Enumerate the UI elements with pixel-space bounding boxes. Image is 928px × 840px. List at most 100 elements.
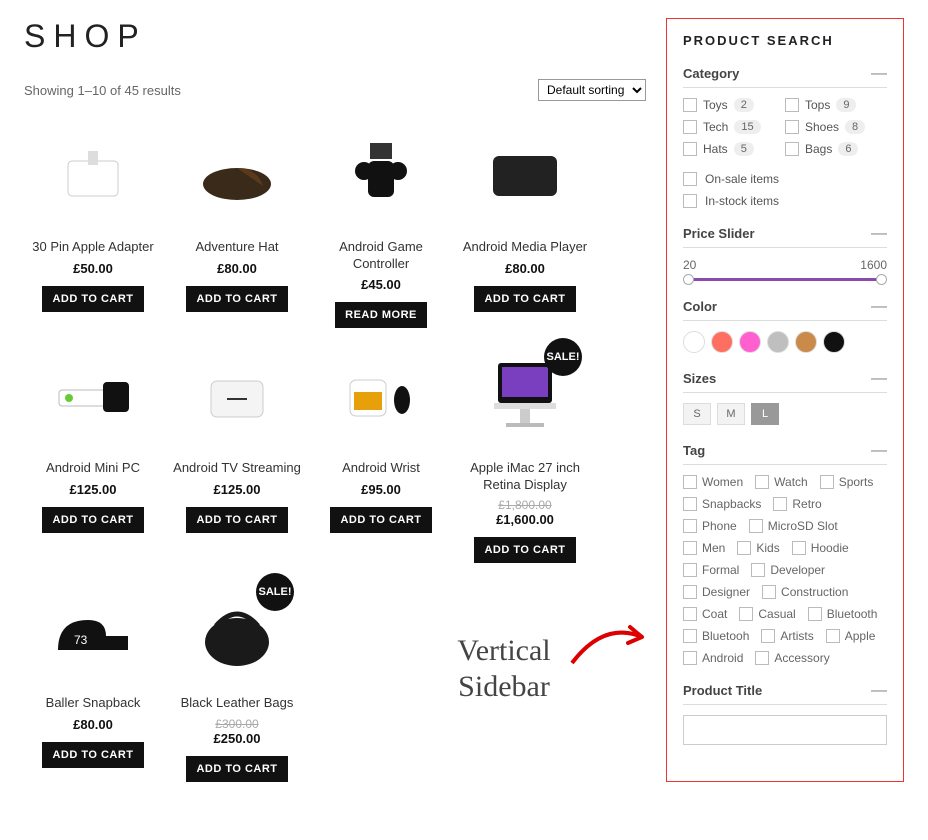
color-swatch[interactable]	[683, 331, 705, 353]
count-badge: 6	[838, 142, 858, 156]
category-toggle[interactable]: Category —	[683, 66, 887, 88]
collapse-icon: —	[871, 686, 887, 696]
tag-filter[interactable]: Artists	[761, 629, 813, 643]
tag-filter[interactable]: Women	[683, 475, 743, 489]
onsale-filter[interactable]: On-sale items	[683, 172, 887, 186]
tag-filter[interactable]: Retro	[773, 497, 821, 511]
tag-filter[interactable]: Sports	[820, 475, 874, 489]
tag-filter[interactable]: MicroSD Slot	[749, 519, 838, 533]
checkbox-icon	[683, 563, 697, 577]
product-card[interactable]: Android TV Streaming £125.00 ADD TO CART	[168, 338, 306, 563]
add-to-cart-button[interactable]: ADD TO CART	[42, 742, 143, 768]
product-card[interactable]: SALE! Black Leather Bags £300.00£250.00 …	[168, 573, 306, 782]
product-title-input[interactable]	[683, 715, 887, 745]
price-toggle[interactable]: Price Slider —	[683, 226, 887, 248]
tag-filter[interactable]: Construction	[762, 585, 848, 599]
product-title: Android Wrist	[312, 460, 450, 478]
product-price: £45.00	[312, 277, 450, 292]
sale-badge: SALE!	[544, 338, 582, 376]
tag-section: Tag — Women Watch Sports Snapbacks Retro Phon…	[683, 443, 887, 665]
product-title: Baller Snapback	[24, 695, 162, 713]
add-to-cart-button[interactable]: ADD TO CART	[474, 286, 575, 312]
checkbox-icon	[683, 541, 697, 555]
product-title-section: Product Title —	[683, 683, 887, 745]
category-filter[interactable]: Bags6	[785, 142, 887, 156]
ptitle-toggle[interactable]: Product Title —	[683, 683, 887, 705]
size-option[interactable]: L	[751, 403, 779, 425]
product-title: Android Game Controller	[312, 239, 450, 273]
tag-filter[interactable]: Snapbacks	[683, 497, 761, 511]
color-swatch[interactable]	[823, 331, 845, 353]
product-image	[465, 121, 585, 231]
instock-filter[interactable]: In-stock items	[683, 194, 887, 208]
price-slider[interactable]	[689, 278, 881, 281]
category-filter[interactable]: Toys2	[683, 98, 785, 112]
checkbox-icon	[683, 142, 697, 156]
checkbox-icon	[683, 585, 697, 599]
category-filter[interactable]: Hats5	[683, 142, 785, 156]
old-price: £300.00	[168, 717, 306, 731]
product-card[interactable]: SALE! Apple iMac 27 inch Retina Display …	[456, 338, 594, 563]
slider-thumb-max[interactable]	[876, 274, 887, 285]
product-card[interactable]: 73 Baller Snapback £80.00 ADD TO CART	[24, 573, 162, 782]
add-to-cart-button[interactable]: ADD TO CART	[330, 507, 431, 533]
add-to-cart-button[interactable]: ADD TO CART	[186, 286, 287, 312]
shop-main: SHOP Showing 1–10 of 45 results Default …	[24, 18, 646, 782]
tag-filter[interactable]: Phone	[683, 519, 737, 533]
product-price: £1,800.00£1,600.00	[456, 498, 594, 527]
color-swatch[interactable]	[711, 331, 733, 353]
product-price: £300.00£250.00	[168, 717, 306, 746]
count-badge: 8	[845, 120, 865, 134]
color-toggle[interactable]: Color —	[683, 299, 887, 321]
product-card[interactable]: 30 Pin Apple Adapter £50.00 ADD TO CART	[24, 117, 162, 328]
category-filter[interactable]: Shoes8	[785, 120, 887, 134]
product-card[interactable]: Android Media Player £80.00 ADD TO CART	[456, 117, 594, 328]
add-to-cart-button[interactable]: ADD TO CART	[42, 286, 143, 312]
checkbox-icon	[820, 475, 834, 489]
category-filter[interactable]: Tech15	[683, 120, 785, 134]
tag-filter[interactable]: Developer	[751, 563, 825, 577]
slider-thumb-min[interactable]	[683, 274, 694, 285]
checkbox-icon	[773, 497, 787, 511]
tag-filter[interactable]: Kids	[737, 541, 779, 555]
tag-filter[interactable]: Casual	[739, 607, 795, 621]
product-card[interactable]: Android Mini PC £125.00 ADD TO CART	[24, 338, 162, 563]
product-card[interactable]: Android Wrist £95.00 ADD TO CART	[312, 338, 450, 563]
product-title: Black Leather Bags	[168, 695, 306, 713]
sizes-toggle[interactable]: Sizes —	[683, 371, 887, 393]
tag-filter[interactable]: Coat	[683, 607, 727, 621]
sale-badge: SALE!	[256, 573, 294, 611]
product-card[interactable]: Android Game Controller £45.00 READ MORE	[312, 117, 450, 328]
old-price: £1,800.00	[456, 498, 594, 512]
count-badge: 2	[734, 98, 754, 112]
add-to-cart-button[interactable]: ADD TO CART	[474, 537, 575, 563]
color-swatch[interactable]	[795, 331, 817, 353]
product-image	[321, 121, 441, 231]
tag-filter[interactable]: Designer	[683, 585, 750, 599]
size-option[interactable]: M	[717, 403, 745, 425]
tag-filter[interactable]: Apple	[826, 629, 876, 643]
tag-toggle[interactable]: Tag —	[683, 443, 887, 465]
tag-filter[interactable]: Men	[683, 541, 725, 555]
add-to-cart-button[interactable]: ADD TO CART	[186, 756, 287, 782]
tag-filter[interactable]: Android	[683, 651, 743, 665]
add-to-cart-button[interactable]: ADD TO CART	[42, 507, 143, 533]
tag-filter[interactable]: Bluetooh	[683, 629, 749, 643]
tag-filter[interactable]: Formal	[683, 563, 739, 577]
color-swatch[interactable]	[767, 331, 789, 353]
category-section: Category — Toys2Tops9Tech15Shoes8Hats5Ba…	[683, 66, 887, 208]
checkbox-icon	[683, 120, 697, 134]
tag-filter[interactable]: Accessory	[755, 651, 829, 665]
sort-select[interactable]: Default sorting	[538, 79, 646, 101]
category-filter[interactable]: Tops9	[785, 98, 887, 112]
product-card[interactable]: Adventure Hat £80.00 ADD TO CART	[168, 117, 306, 328]
count-badge: 9	[836, 98, 856, 112]
checkbox-icon	[785, 142, 799, 156]
add-to-cart-button[interactable]: ADD TO CART	[186, 507, 287, 533]
size-option[interactable]: S	[683, 403, 711, 425]
read-more-button[interactable]: READ MORE	[335, 302, 427, 328]
color-swatch[interactable]	[739, 331, 761, 353]
tag-filter[interactable]: Bluetooth	[808, 607, 878, 621]
tag-filter[interactable]: Hoodie	[792, 541, 849, 555]
tag-filter[interactable]: Watch	[755, 475, 808, 489]
